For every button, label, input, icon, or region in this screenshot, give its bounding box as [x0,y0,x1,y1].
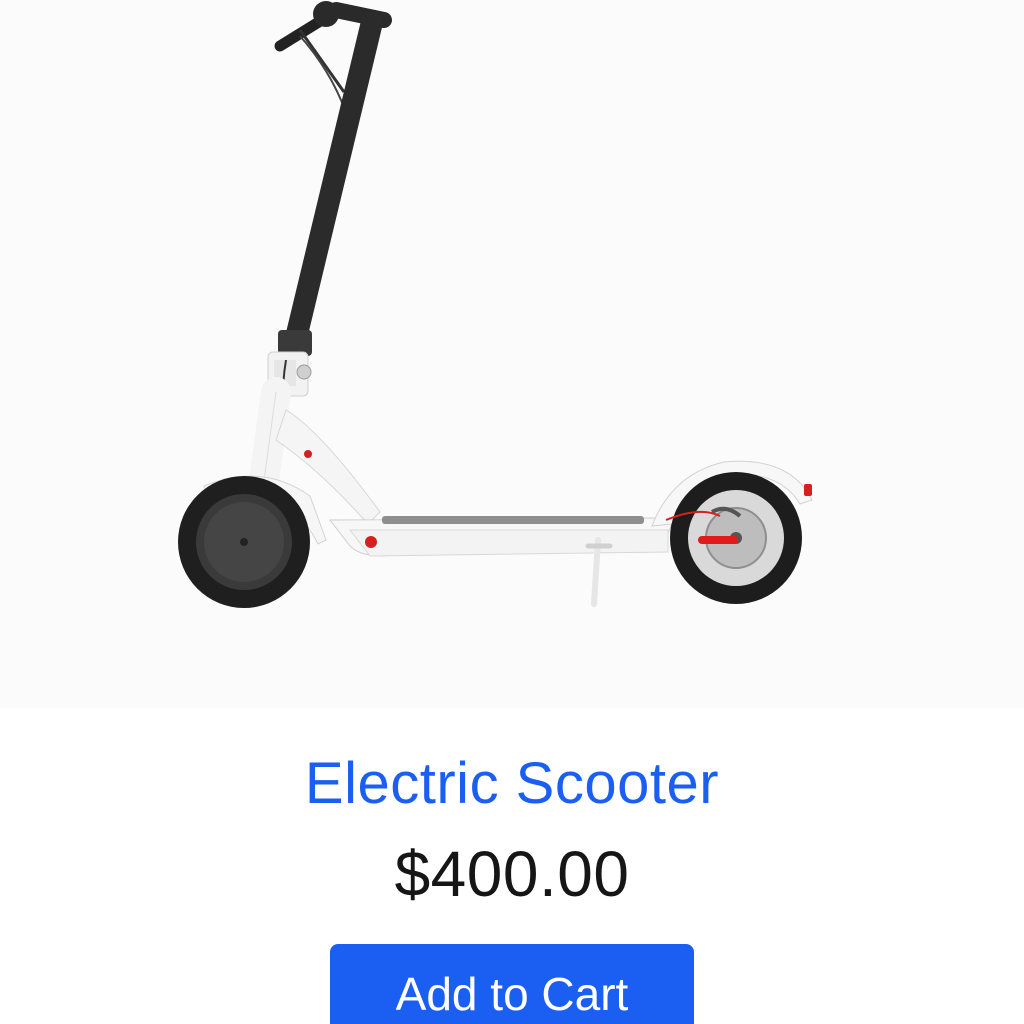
add-to-cart-button[interactable]: Add to Cart [330,944,694,1024]
electric-scooter-image [178,1,813,608]
product-title: Electric Scooter [304,751,720,816]
product-page: Electric Scooter $400.00 Add to Cart [0,0,1024,1024]
product-price: $400.00 [394,838,630,910]
product-image [0,0,1024,708]
